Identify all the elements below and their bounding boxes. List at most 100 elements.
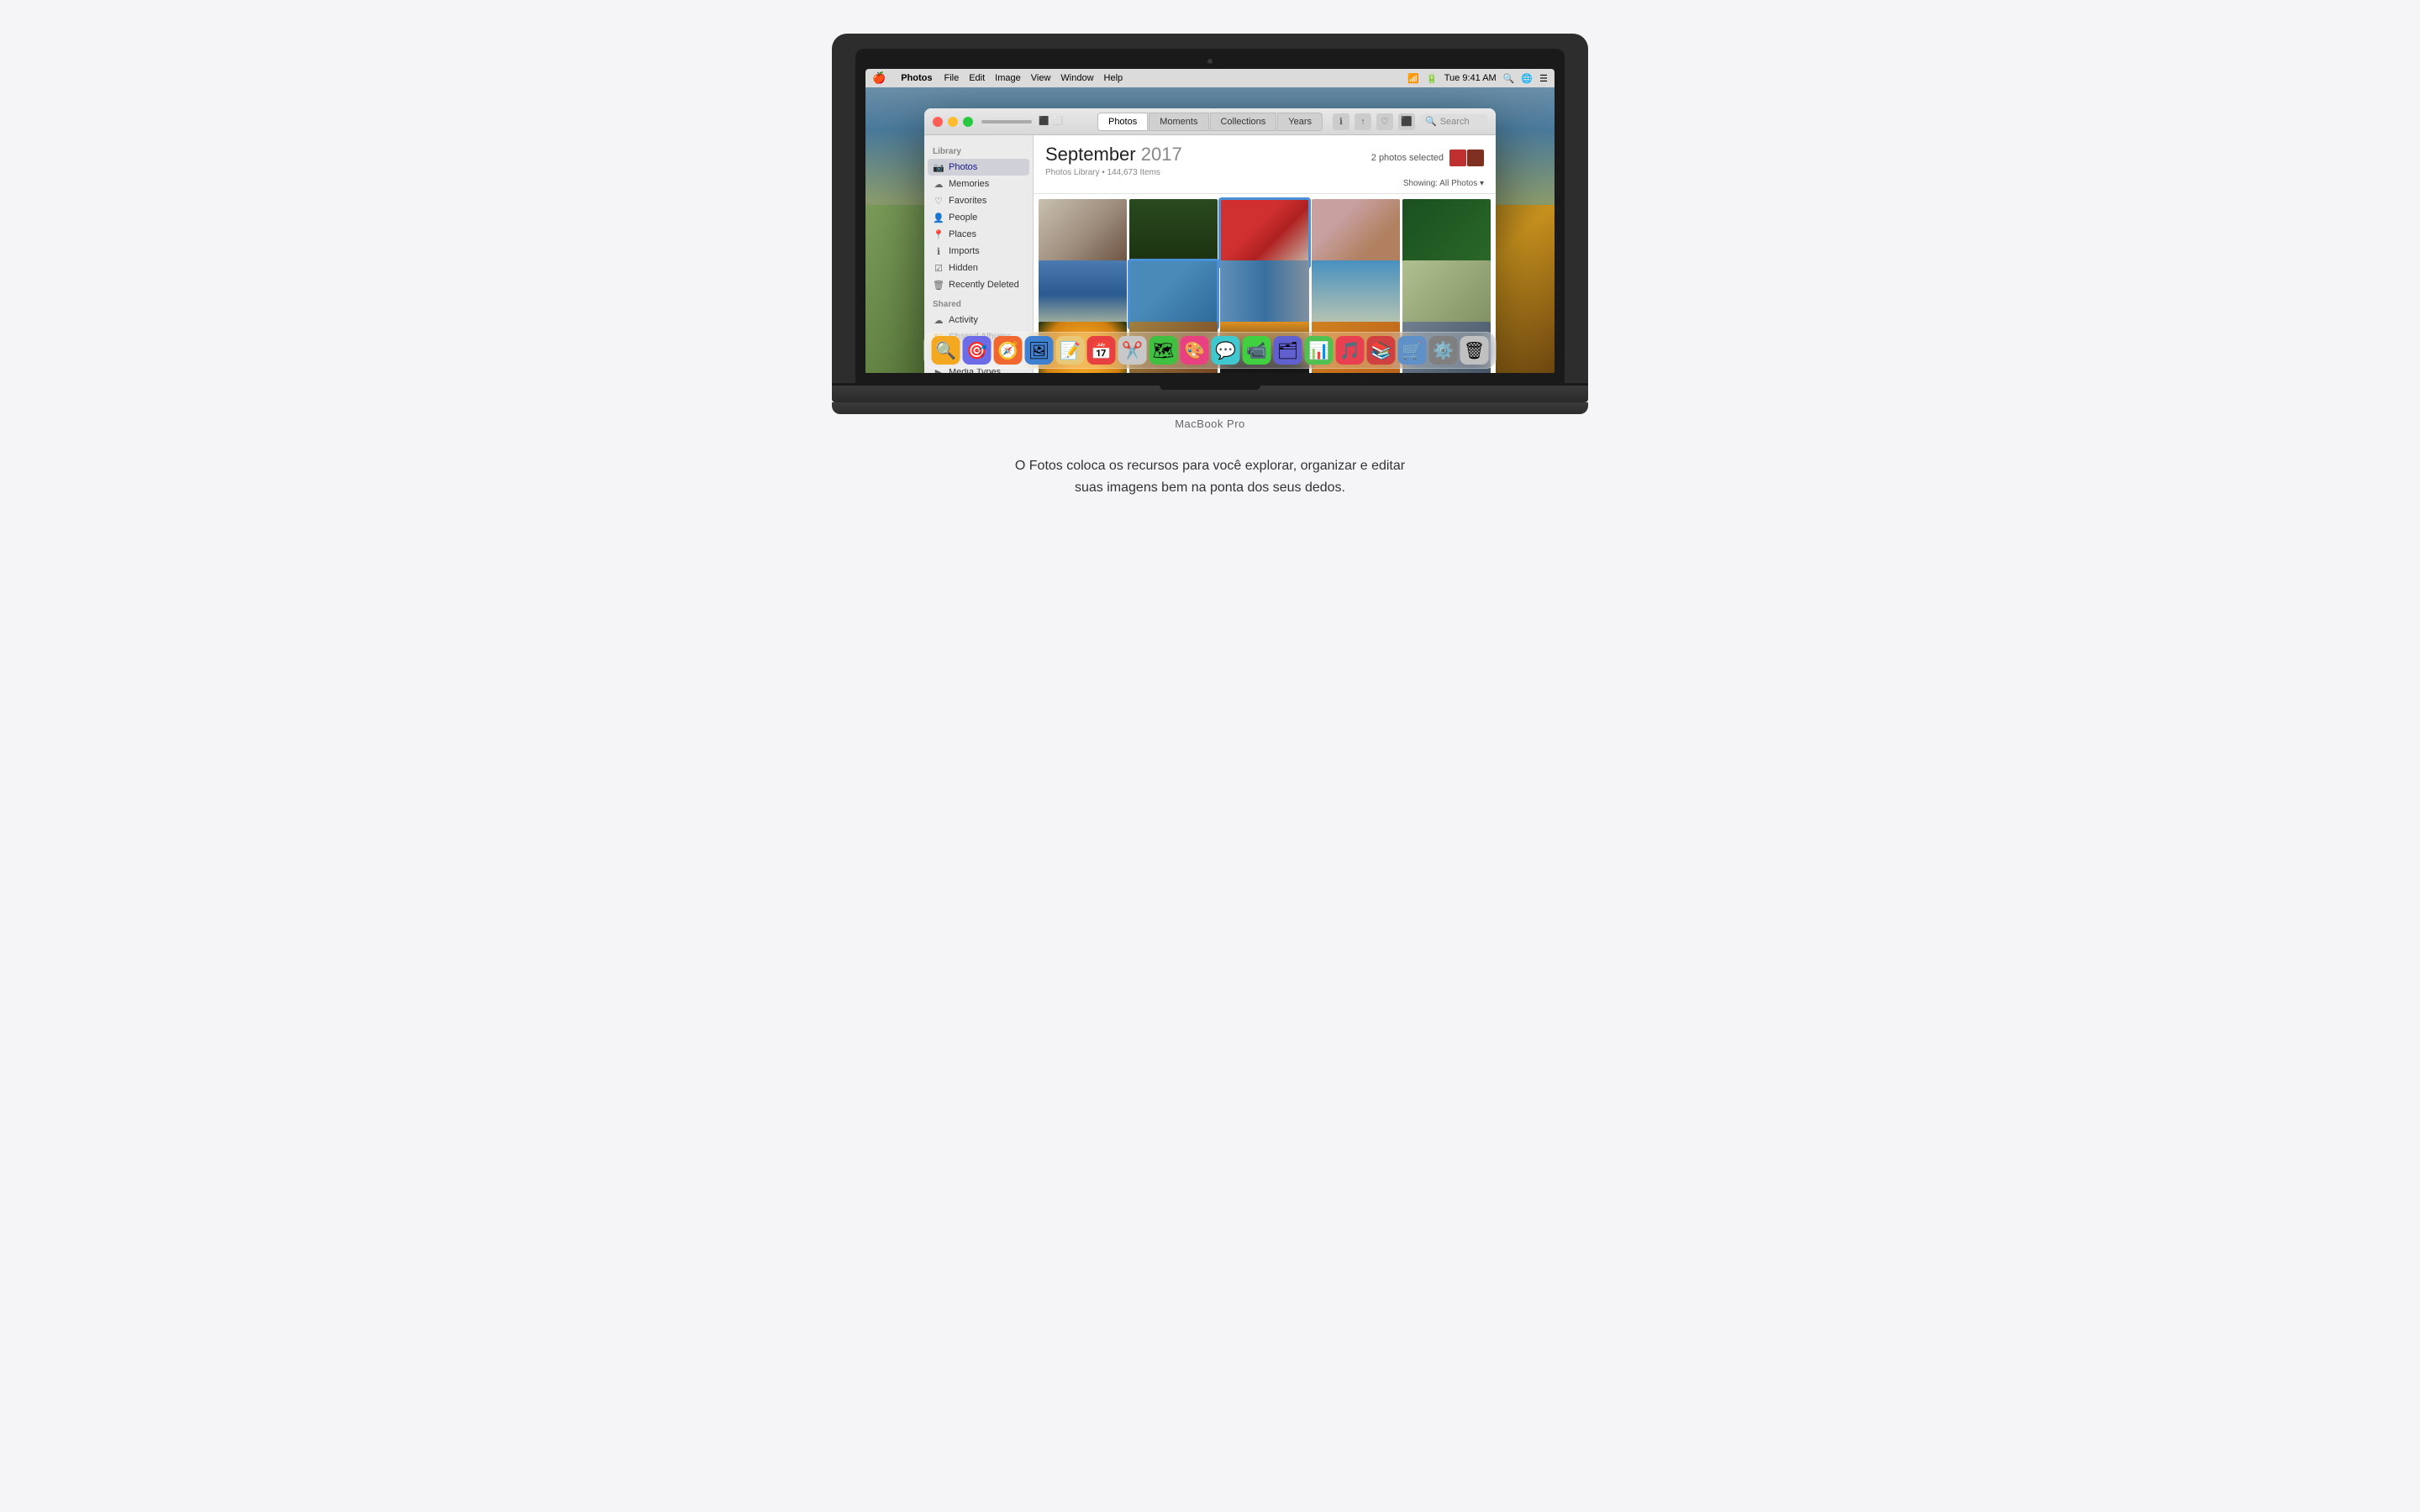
trash-icon: 🗑 bbox=[933, 279, 944, 291]
dock-icon-books[interactable]: 📚 bbox=[1367, 336, 1396, 365]
photo-cell[interactable] bbox=[1039, 199, 1127, 267]
clock: Tue 9:41 AM bbox=[1444, 73, 1497, 83]
dock-icon-photos[interactable]: 🖼 bbox=[1025, 336, 1054, 365]
dock-icon-numbers[interactable]: 📊 bbox=[1305, 336, 1334, 365]
menu-view[interactable]: View bbox=[1031, 73, 1051, 83]
dock-icon-calendar[interactable]: 📅 bbox=[1087, 336, 1116, 365]
search-box[interactable]: 🔍 Search bbox=[1420, 114, 1487, 129]
share-icon[interactable]: ↑ bbox=[1355, 113, 1371, 130]
dock-icon-siri[interactable]: 🎯 bbox=[963, 336, 992, 365]
zoom-slider[interactable] bbox=[981, 120, 1032, 123]
sidebar-label-recently-deleted: Recently Deleted bbox=[949, 280, 1019, 290]
tab-moments[interactable]: Moments bbox=[1149, 113, 1208, 131]
photo-cell[interactable] bbox=[1402, 260, 1491, 328]
sidebar-item-memories[interactable]: ☁ Memories bbox=[924, 176, 1033, 192]
menu-file[interactable]: File bbox=[944, 73, 959, 83]
macbook-notch bbox=[1160, 386, 1260, 390]
menu-app-name[interactable]: Photos bbox=[901, 73, 932, 83]
dock-icon-appstore[interactable]: 🛒 bbox=[1398, 336, 1427, 365]
sidebar-label-hidden: Hidden bbox=[949, 263, 978, 273]
menu-window[interactable]: Window bbox=[1060, 73, 1093, 83]
favorites-icon: ♡ bbox=[933, 195, 944, 207]
dock-icon-maps[interactable]: 🗺 bbox=[1150, 336, 1178, 365]
photo-cell-selected[interactable] bbox=[1220, 199, 1308, 267]
menu-items: File Edit Image View Window Help bbox=[944, 73, 1123, 83]
export-icon[interactable]: ⬛ bbox=[1398, 113, 1415, 130]
window-toolbar-icons: ⬛ ⬜ bbox=[1039, 117, 1063, 126]
tab-collections[interactable]: Collections bbox=[1209, 113, 1276, 131]
siri-icon[interactable]: 🌐 bbox=[1521, 73, 1533, 84]
shared-section-label: Shared bbox=[924, 293, 1033, 312]
dock: 🔍 🎯 🧭 🖼 📝 📅 ✂️ 🗺 🎨 💬 📹 🗂 📊 🎵 📚 🛒 bbox=[924, 332, 1497, 369]
info-icon[interactable]: ℹ bbox=[1333, 113, 1349, 130]
photo-cell[interactable] bbox=[1402, 199, 1491, 267]
sidebar-item-recently-deleted[interactable]: 🗑 Recently Deleted bbox=[924, 276, 1033, 293]
window-icon1: ⬛ bbox=[1039, 117, 1049, 126]
dock-icon-facetime[interactable]: 📹 bbox=[1243, 336, 1271, 365]
sidebar-item-hidden[interactable]: ☑ Hidden bbox=[924, 260, 1033, 276]
tab-photos[interactable]: Photos bbox=[1097, 113, 1148, 131]
dock-icon-finder[interactable]: 🔍 bbox=[932, 336, 960, 365]
dock-icon-notes[interactable]: 📝 bbox=[1056, 336, 1085, 365]
dock-icon-safari[interactable]: 🧭 bbox=[994, 336, 1023, 365]
search-placeholder: Search bbox=[1440, 117, 1470, 127]
macbook-laptop: 🍎 Photos File Edit Image View Window Hel… bbox=[832, 34, 1588, 430]
photo-cell[interactable] bbox=[1312, 260, 1400, 328]
menubar-right: 📶 🔋 Tue 9:41 AM 🔍 🌐 ☰ bbox=[1407, 73, 1548, 84]
notification-icon[interactable]: ☰ bbox=[1539, 73, 1548, 84]
dock-icon-music[interactable]: 🎵 bbox=[1336, 336, 1365, 365]
sidebar-label-activity: Activity bbox=[949, 315, 978, 325]
apple-menu[interactable]: 🍎 bbox=[872, 71, 886, 85]
menu-edit[interactable]: Edit bbox=[969, 73, 985, 83]
dock-icon-files[interactable]: 🗂 bbox=[1274, 336, 1302, 365]
library-section-label: Library bbox=[924, 140, 1033, 159]
caption-line2: suas imagens bem na ponta dos seus dedos… bbox=[1075, 480, 1345, 495]
selected-thumb-2 bbox=[1467, 150, 1484, 166]
photo-cell[interactable] bbox=[1129, 199, 1218, 267]
wifi-icon: 📶 bbox=[1407, 73, 1419, 84]
title-year: 2017 bbox=[1141, 144, 1182, 165]
photo-cell[interactable] bbox=[1312, 199, 1400, 267]
title-month: September bbox=[1045, 144, 1136, 165]
sidebar-item-activity[interactable]: ☁ Activity bbox=[924, 312, 1033, 328]
dock-icon-messages[interactable]: 💬 bbox=[1212, 336, 1240, 365]
dock-icon-systemprefs[interactable]: ⚙️ bbox=[1429, 336, 1458, 365]
page-caption: O Fotos coloca os recursos para você exp… bbox=[1015, 455, 1405, 498]
search-menu-icon[interactable]: 🔍 bbox=[1503, 73, 1515, 84]
dock-icon-trash[interactable]: 🗑 bbox=[1460, 336, 1489, 365]
filter-label[interactable]: Showing: All Photos ▾ bbox=[1403, 179, 1484, 188]
sidebar-item-imports[interactable]: ℹ Imports bbox=[924, 243, 1033, 260]
battery-icon: 🔋 bbox=[1426, 73, 1438, 84]
tab-years[interactable]: Years bbox=[1277, 113, 1323, 131]
sidebar-item-places[interactable]: 📍 Places bbox=[924, 226, 1033, 243]
sidebar-item-photos[interactable]: 📷 Photos bbox=[928, 159, 1029, 176]
activity-icon: ☁ bbox=[933, 314, 944, 326]
photo-cell[interactable] bbox=[1039, 260, 1127, 328]
macbook-bottom bbox=[832, 402, 1588, 414]
memories-icon: ☁ bbox=[933, 178, 944, 190]
sidebar-item-people[interactable]: 👤 People bbox=[924, 209, 1033, 226]
selected-thumbnails bbox=[1449, 150, 1484, 166]
photo-cell[interactable] bbox=[1220, 260, 1308, 328]
content-header: September 2017 2 photos selected bbox=[1034, 135, 1496, 194]
photo-cell-selected[interactable] bbox=[1129, 260, 1218, 328]
maximize-button[interactable] bbox=[963, 117, 973, 127]
minimize-button[interactable] bbox=[948, 117, 958, 127]
nav-tabs: Photos Moments Collections Years bbox=[1097, 113, 1323, 131]
macos-menubar: 🍎 Photos File Edit Image View Window Hel… bbox=[865, 69, 1555, 87]
sidebar-label-favorites: Favorites bbox=[949, 196, 986, 206]
window-icon2: ⬜ bbox=[1052, 117, 1062, 126]
dock-icon-pinwheel[interactable]: 🎨 bbox=[1181, 336, 1209, 365]
sidebar-label-places: Places bbox=[949, 229, 976, 239]
menu-image[interactable]: Image bbox=[995, 73, 1021, 83]
macbook-label: MacBook Pro bbox=[832, 417, 1588, 430]
sidebar-item-favorites[interactable]: ♡ Favorites bbox=[924, 192, 1033, 209]
dock-icon-scissors[interactable]: ✂️ bbox=[1118, 336, 1147, 365]
sidebar-label-photos: Photos bbox=[949, 162, 977, 172]
menu-help[interactable]: Help bbox=[1104, 73, 1123, 83]
title-row: September 2017 2 photos selected bbox=[1045, 144, 1484, 166]
desktop-wallpaper: ⬛ ⬜ Photos Moments Collections Years bbox=[865, 87, 1555, 373]
heart-icon[interactable]: ♡ bbox=[1376, 113, 1393, 130]
close-button[interactable] bbox=[933, 117, 943, 127]
sidebar-label-imports: Imports bbox=[949, 246, 980, 256]
